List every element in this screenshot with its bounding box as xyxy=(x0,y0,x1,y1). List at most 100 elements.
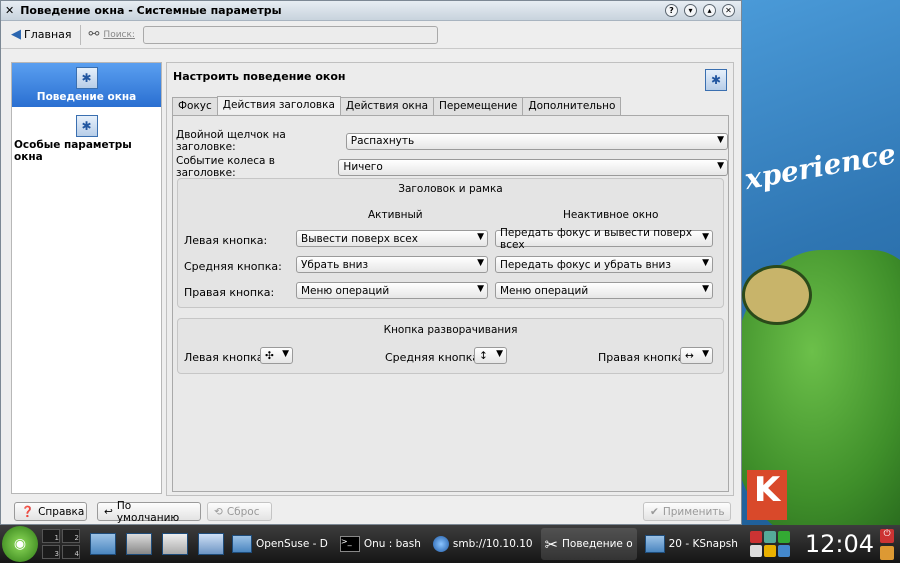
middle-active-value: Убрать вниз xyxy=(301,258,369,271)
right-active-value: Меню операций xyxy=(301,284,390,297)
left-active-select[interactable]: Вывести поверх всех ▼ xyxy=(296,230,488,247)
middle-active-select[interactable]: Убрать вниз ▼ xyxy=(296,256,488,273)
main-panel: Настроить поведение окон ✱ Фокус Действи… xyxy=(166,62,734,496)
right-button-label: Правая кнопка: xyxy=(184,286,275,299)
minimize-icon[interactable]: ▾ xyxy=(684,4,697,17)
file-cabinet-icon[interactable] xyxy=(162,533,188,555)
sidebar-item-label: Поведение окна xyxy=(36,91,137,103)
keyboard-icon[interactable] xyxy=(763,545,776,557)
volume-icon[interactable] xyxy=(777,545,790,557)
flag-icon[interactable] xyxy=(749,531,762,543)
tools-icon: ✂ xyxy=(544,534,559,554)
camera-icon xyxy=(644,535,665,553)
home-button[interactable]: ◀ Главная xyxy=(11,27,72,42)
tab-focus[interactable]: Фокус xyxy=(172,97,218,115)
left-active-value: Вывести поверх всех xyxy=(301,232,418,245)
sidebar-item-window-behavior[interactable]: ✱ Поведение окна xyxy=(12,63,161,107)
title-bar[interactable]: ✕ Поведение окна - Системные параметры ?… xyxy=(1,1,741,21)
window-menu-icon[interactable]: ✕ xyxy=(5,4,14,17)
chevron-down-icon: ▼ xyxy=(477,232,484,242)
task-label: 20 - KSnapsh xyxy=(668,538,738,550)
max-right-select[interactable]: ↔ ▼ xyxy=(680,347,713,364)
left-inactive-value: Передать фокус и вывести поверх всех xyxy=(500,226,693,251)
dblclick-value: Распахнуть xyxy=(350,135,415,147)
tab-titlebar-actions[interactable]: Действия заголовка xyxy=(216,96,341,114)
sidebar: ✱ Поведение окна ✱ Особые параметры окна xyxy=(11,62,162,494)
middle-inactive-value: Передать фокус и убрать вниз xyxy=(500,258,671,271)
dblclick-label: Двойной щелчок на заголовке: xyxy=(176,129,286,153)
task-ksnapshot[interactable]: 20 - KSnapsh xyxy=(641,528,742,560)
kmenu-icon[interactable]: ◉ xyxy=(2,526,38,562)
wheel-label: Событие колеса в заголовке: xyxy=(176,155,275,179)
right-inactive-select[interactable]: Меню операций ▼ xyxy=(495,282,713,299)
defaults-button[interactable]: ↩ По умолчанию xyxy=(97,500,201,524)
chevron-down-icon: ▼ xyxy=(282,349,289,359)
task-smb[interactable]: smb://10.10.10 xyxy=(429,528,537,560)
tab-moving[interactable]: Перемещение xyxy=(433,97,524,115)
left-inactive-select[interactable]: Передать фокус и вывести поверх всех ▼ xyxy=(495,227,713,251)
left-button-label: Левая кнопка: xyxy=(184,234,268,247)
apply-label: Применить xyxy=(662,505,725,518)
maximize-icon[interactable]: ▴ xyxy=(703,4,716,17)
dblclick-row: Двойной щелчок на заголовке: Распахнуть ▼ xyxy=(176,129,728,153)
chevron-down-icon: ▼ xyxy=(477,284,484,294)
right-active-select[interactable]: Меню операций ▼ xyxy=(296,282,488,299)
dblclick-select[interactable]: Распахнуть ▼ xyxy=(345,132,728,150)
toolbar-separator xyxy=(79,24,81,45)
home-label: Главная xyxy=(24,28,72,41)
toolbar: ◀ Главная ⚯ Поиск: xyxy=(1,21,741,49)
window-behavior-icon: ✱ xyxy=(75,67,98,89)
apply-button[interactable]: ✔ Применить xyxy=(643,502,731,521)
task-window-behavior[interactable]: ✂ Поведение о xyxy=(540,528,637,560)
help-button[interactable]: ❓ Справка xyxy=(14,502,87,521)
task-bash[interactable]: >_ Onu : bash xyxy=(336,528,425,560)
task-label: smb://10.10.10 xyxy=(452,538,533,550)
lock-icon[interactable] xyxy=(880,545,894,560)
pager-desktop-1[interactable]: 1 xyxy=(42,529,60,543)
gecko-eye xyxy=(742,265,812,325)
reset-button[interactable]: ⟲ Сброс xyxy=(207,502,272,521)
wheel-select[interactable]: Ничего ▼ xyxy=(338,158,728,176)
page-title: Настроить поведение окон xyxy=(173,70,346,83)
search-input[interactable] xyxy=(142,25,438,44)
reset-icon: ⟲ xyxy=(214,505,223,518)
pager-desktop-2[interactable]: 2 xyxy=(62,529,80,543)
clock[interactable]: 12:04 xyxy=(805,530,874,558)
max-left-label: Левая кнопка: xyxy=(184,351,268,364)
max-middle-value: ↕ xyxy=(479,349,488,362)
max-right-value: ↔ xyxy=(685,349,694,362)
printer-icon[interactable] xyxy=(126,533,152,555)
desktop-pager[interactable]: 1 2 3 4 xyxy=(42,529,80,559)
tab-panel: Двойной щелчок на заголовке: Распахнуть ▼… xyxy=(172,115,729,492)
clipboard-icon[interactable] xyxy=(749,545,762,557)
network-icon[interactable] xyxy=(763,531,776,543)
globe-icon xyxy=(432,536,449,552)
max-middle-select[interactable]: ↕ ▼ xyxy=(474,347,507,364)
right-inactive-value: Меню операций xyxy=(500,284,589,297)
pager-desktop-4[interactable]: 4 xyxy=(62,545,80,559)
computer-icon[interactable] xyxy=(198,533,224,555)
logout-icon[interactable]: ⏻ xyxy=(880,528,894,543)
show-desktop-icon[interactable] xyxy=(90,533,116,555)
apply-icon: ✔ xyxy=(650,505,659,518)
k-badge: K xyxy=(747,470,787,520)
task-opensuse[interactable]: OpenSuse - D xyxy=(228,528,332,560)
reset-label: Сброс xyxy=(226,505,260,518)
system-tray xyxy=(749,531,790,557)
tab-window-actions[interactable]: Действия окна xyxy=(339,97,435,115)
wheel-value: Ничего xyxy=(343,161,383,173)
tab-advanced[interactable]: Дополнительно xyxy=(522,97,622,115)
chevron-down-icon: ▼ xyxy=(496,349,503,359)
help-title-icon[interactable]: ? xyxy=(665,4,678,17)
max-right-label: Правая кнопка: xyxy=(598,351,689,364)
middle-inactive-select[interactable]: Передать фокус и убрать вниз ▼ xyxy=(495,256,713,273)
pager-desktop-3[interactable]: 3 xyxy=(42,545,60,559)
group-title: Заголовок и рамка xyxy=(398,183,503,195)
titlebar-frame-group: Заголовок и рамка Активный Неактивное ок… xyxy=(177,178,724,308)
close-icon[interactable]: ✕ xyxy=(722,4,735,17)
update-icon[interactable] xyxy=(777,531,790,543)
sidebar-item-window-specific[interactable]: ✱ Особые параметры окна xyxy=(12,111,161,167)
max-left-select[interactable]: ✣ ▼ xyxy=(260,347,293,364)
taskbar: ◉ 1 2 3 4 OpenSuse - D >_ Onu : bash smb:… xyxy=(0,525,900,563)
chevron-down-icon: ▼ xyxy=(717,160,724,171)
